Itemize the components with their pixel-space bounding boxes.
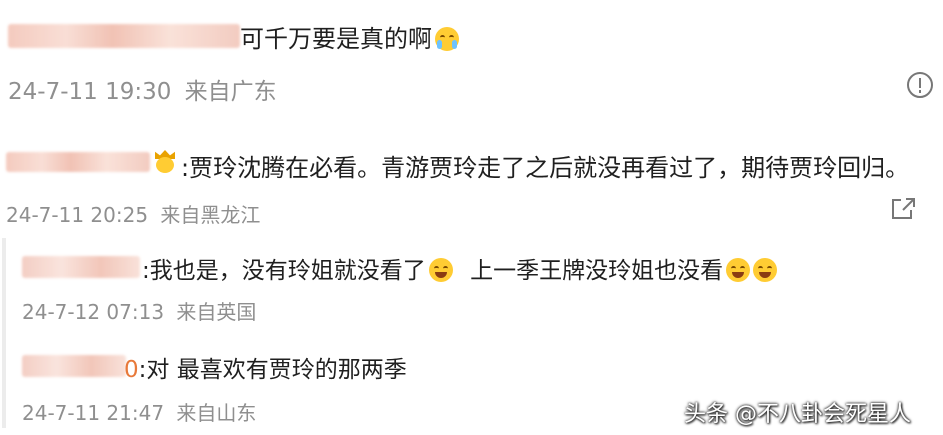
username-blurred[interactable] [22,355,126,377]
username-blurred[interactable] [22,256,140,278]
laughing-face-icon [428,258,453,282]
location: 来自英国 [176,300,257,324]
reply-thread-divider [2,238,6,428]
reply-text: :我也是，没有玲姐就没看了 上一季王牌没玲姐也没看 [142,251,778,285]
location: 来自黑龙江 [160,203,261,227]
username-blurred[interactable] [6,152,150,172]
username-suffix[interactable]: 0 [124,357,139,383]
laughing-face-icon [753,258,778,282]
crying-face-icon [435,27,459,51]
comment-meta: 24-7-11 19:30 来自广东 [8,72,277,106]
comment-text: :贾玲沈腾在必看。青游贾玲走了之后就没再看过了，期待贾玲回归。 [181,148,909,183]
timestamp: 24-7-12 07:13 [22,300,165,324]
reply-body: :对 最喜欢有贾玲的那两季 [138,357,407,383]
timestamp: 24-7-11 19:30 [8,79,172,105]
comment-body: 可千万要是真的啊 [240,25,432,53]
timestamp: 24-7-11 20:25 [6,203,149,227]
reply-text: 0:对 最喜欢有贾玲的那两季 [124,350,407,384]
reply-meta: 24-7-11 21:47 来自山东 [22,397,256,426]
location: 来自广东 [184,79,277,105]
watermark: 头条 @不八卦会死星人 [684,402,911,427]
share-icon[interactable] [889,196,917,222]
comment-meta: 24-7-11 20:25 来自黑龙江 [6,199,260,228]
laughing-face-icon [726,258,751,282]
location: 来自山东 [176,401,257,425]
username-blurred[interactable] [8,24,240,48]
timestamp: 24-7-11 21:47 [22,401,165,425]
comment-text: 可千万要是真的啊 [240,19,459,54]
reply-body-b: 上一季王牌没玲姐也没看 [470,258,724,284]
report-icon[interactable] [907,72,933,98]
reply-body-a: :我也是，没有玲姐就没看了 [142,258,426,284]
crown-face-icon [152,150,178,174]
comment-body: :贾玲沈腾在必看。青游贾玲走了之后就没再看过了，期待贾玲回归。 [181,154,910,182]
reply-meta: 24-7-12 07:13 来自英国 [22,296,256,325]
